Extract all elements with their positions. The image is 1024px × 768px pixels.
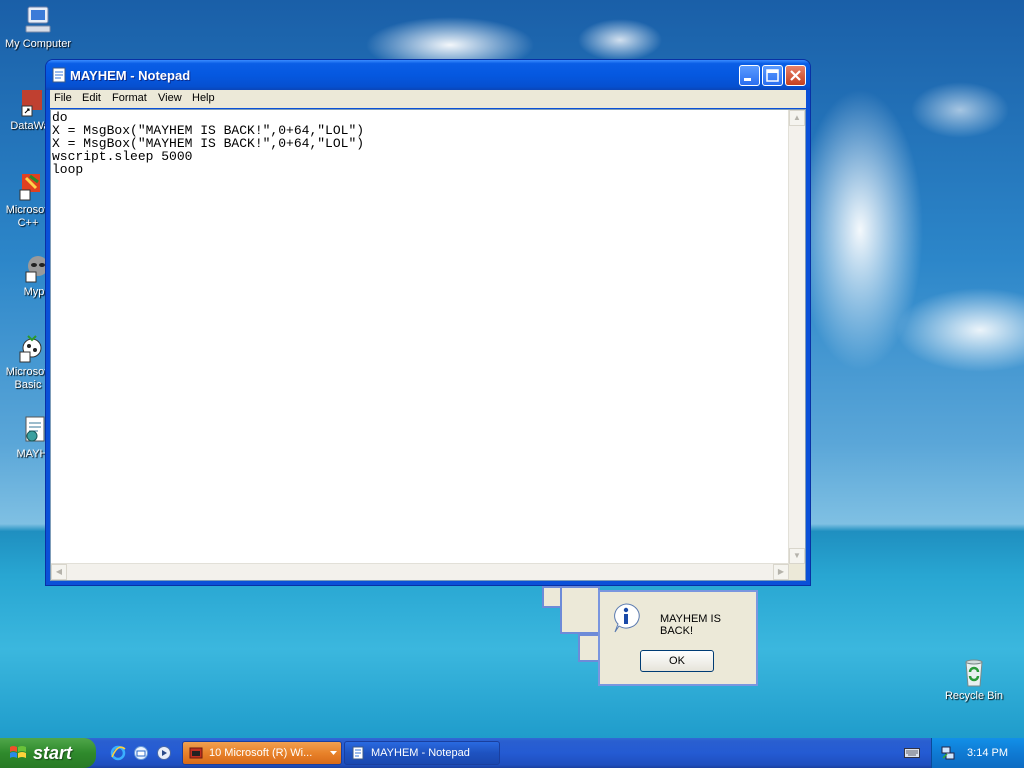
title-bar[interactable]: MAYHEM - Notepad xyxy=(46,60,810,90)
chevron-down-icon xyxy=(330,751,337,755)
close-icon xyxy=(790,70,801,81)
desktop-icon-label: Recycle Bin xyxy=(944,690,1004,702)
horizontal-scrollbar[interactable]: ◀ ▶ xyxy=(51,563,789,580)
notepad-icon xyxy=(352,746,364,760)
network-icon[interactable] xyxy=(940,745,956,761)
shortcut-icon xyxy=(21,90,42,117)
minimize-icon xyxy=(744,78,751,81)
scroll-right-button[interactable]: ▶ xyxy=(773,564,789,580)
stacked-msgbox xyxy=(578,634,600,662)
console-icon xyxy=(189,747,203,759)
computer-icon xyxy=(25,6,51,33)
scroll-down-button[interactable]: ▼ xyxy=(789,548,805,564)
window-title: MAYHEM - Notepad xyxy=(70,68,191,83)
scroll-up-button[interactable]: ▲ xyxy=(789,110,805,126)
script-file-icon xyxy=(25,416,45,442)
ok-button[interactable]: OK xyxy=(640,650,714,672)
system-tray: 3:14 PM xyxy=(931,738,1024,768)
desktop-icon-my-computer[interactable]: My Computer xyxy=(2,4,74,51)
task-label: 10 Microsoft (R) Wi... xyxy=(209,747,313,759)
internet-explorer-icon[interactable] xyxy=(110,745,126,761)
info-icon xyxy=(614,603,640,633)
notepad-window: MAYHEM - Notepad File Edit Format View H… xyxy=(45,59,811,586)
menu-bar: File Edit Format View Help xyxy=(50,90,806,108)
start-button[interactable]: start xyxy=(0,738,96,768)
menu-edit[interactable]: Edit xyxy=(82,92,101,104)
maximize-button[interactable] xyxy=(762,65,783,86)
message-box: MAYHEM IS BACK! OK xyxy=(598,590,758,686)
task-button-notepad[interactable]: MAYHEM - Notepad xyxy=(344,741,500,765)
windows-flag-icon xyxy=(10,746,26,758)
vertical-scrollbar[interactable]: ▲ ▼ xyxy=(788,110,805,564)
recycle-bin-icon xyxy=(965,659,983,687)
visual-cpp-icon xyxy=(19,174,40,201)
close-button[interactable] xyxy=(785,65,806,86)
task-button-microsoft-wi[interactable]: 10 Microsoft (R) Wi... xyxy=(182,741,342,765)
outlook-express-icon[interactable] xyxy=(133,745,149,761)
keyboard-icon[interactable] xyxy=(904,747,920,759)
notepad-icon xyxy=(52,67,66,83)
taskbar: start 10 Microsoft (R) Wi... MAYHEM - No… xyxy=(0,738,1024,768)
desktop-icon-label: My Computer xyxy=(4,38,72,50)
resize-grip[interactable] xyxy=(789,564,805,580)
menu-format[interactable]: Format xyxy=(112,92,147,104)
stacked-msgbox xyxy=(560,586,600,634)
minimize-button[interactable] xyxy=(739,65,760,86)
menu-help[interactable]: Help xyxy=(192,92,215,104)
visual-basic-icon xyxy=(19,335,42,363)
maximize-icon xyxy=(766,69,779,82)
menu-file[interactable]: File xyxy=(54,92,72,104)
media-player-icon[interactable] xyxy=(156,745,172,761)
editor-content[interactable]: do X = MsgBox("MAYHEM IS BACK!",0+64,"LO… xyxy=(52,111,788,563)
start-label: start xyxy=(33,743,73,763)
clock[interactable]: 3:14 PM xyxy=(967,747,1008,759)
menu-view[interactable]: View xyxy=(158,92,182,104)
text-editor[interactable]: do X = MsgBox("MAYHEM IS BACK!",0+64,"LO… xyxy=(50,109,806,581)
message-text: MAYHEM IS BACK! xyxy=(660,613,721,637)
task-label: MAYHEM - Notepad xyxy=(371,747,470,759)
scroll-left-button[interactable]: ◀ xyxy=(51,564,67,580)
desktop-icon-recycle-bin[interactable]: Recycle Bin xyxy=(938,656,1010,703)
